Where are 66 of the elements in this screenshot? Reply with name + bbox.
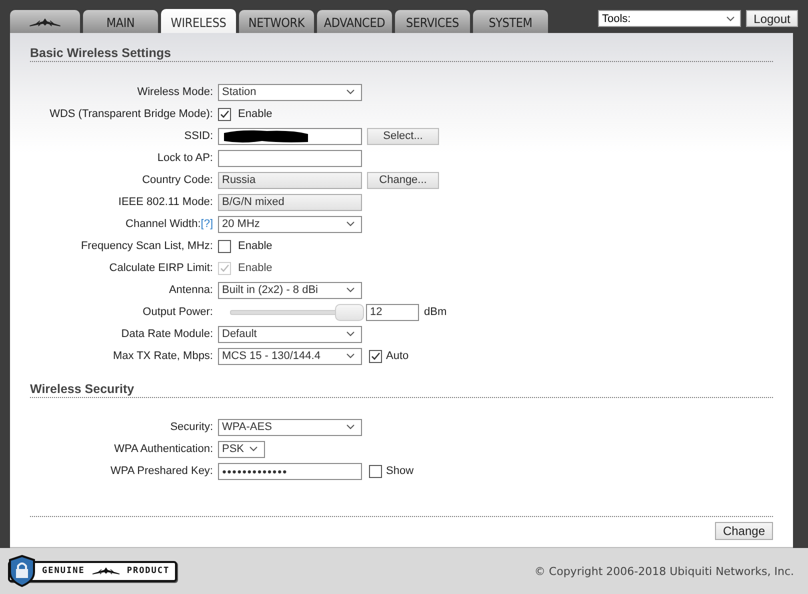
action-button[interactable]: Select... xyxy=(367,128,439,144)
nav-tab[interactable]: SYSTEM xyxy=(473,10,548,33)
help-link[interactable]: [?] xyxy=(200,218,213,230)
checkbox-label: Auto xyxy=(386,350,409,362)
field-label: IEEE 802.11 Mode: xyxy=(118,196,213,208)
checkbox[interactable] xyxy=(218,108,231,120)
nav-tab[interactable]: WIRELESS xyxy=(161,9,236,33)
chevron-icon xyxy=(346,287,355,293)
number-field[interactable]: 12 xyxy=(366,304,419,320)
section-title: Basic Wireless Settings xyxy=(30,46,171,60)
chevron-icon xyxy=(249,446,258,452)
chevron-icon xyxy=(346,331,355,337)
dropdown[interactable]: Built in (2x2) - 8 dBi xyxy=(218,282,362,298)
chevron-icon xyxy=(346,221,355,227)
checkbox-label: Show xyxy=(386,465,414,477)
checkbox-label: Enable xyxy=(238,240,272,252)
section-title: Wireless Security xyxy=(30,382,134,396)
input-field[interactable] xyxy=(218,128,362,144)
field-label: Country Code: xyxy=(142,174,213,186)
wings-logo-icon xyxy=(90,567,121,575)
nav-tab[interactable]: MAIN xyxy=(83,10,158,33)
chevron-icon xyxy=(346,424,355,430)
field-label: Antenna: xyxy=(168,284,213,296)
checkbox[interactable] xyxy=(218,240,231,252)
field-label: Data Rate Module: xyxy=(121,328,213,340)
field-label: Wireless Mode: xyxy=(137,86,213,98)
nav-tab[interactable]: SERVICES xyxy=(395,10,470,33)
chevron-icon xyxy=(346,353,355,359)
field-label: WPA Preshared Key: xyxy=(110,465,213,477)
dropdown[interactable]: Default xyxy=(218,326,362,342)
logo-tab[interactable] xyxy=(10,10,80,33)
dropdown[interactable]: WPA-AES xyxy=(218,418,362,436)
action-button[interactable]: Change... xyxy=(367,172,439,188)
checkbox-label: Enable xyxy=(238,108,272,120)
checkbox[interactable] xyxy=(369,464,382,478)
field-label: Lock to AP: xyxy=(157,152,213,164)
logout-button[interactable]: Logout xyxy=(746,10,798,27)
copyright-text: © Copyright 2006-2018 Ubiquiti Networks, Inc. xyxy=(534,564,794,578)
change-button[interactable]: Change xyxy=(715,522,773,540)
badge-text: PRODUCT xyxy=(126,566,170,576)
checkbox[interactable] xyxy=(369,350,382,362)
input-field[interactable] xyxy=(218,150,362,166)
field-label: Max TX Rate, Mbps: xyxy=(112,350,213,362)
field-label: Calculate EIRP Limit: xyxy=(109,262,213,274)
chevron-icon xyxy=(346,89,355,95)
dropdown[interactable]: 20 MHz xyxy=(218,216,362,232)
field-label: WDS (Transparent Bridge Mode): xyxy=(50,108,213,120)
field-label: SSID: xyxy=(184,130,213,142)
unit-label: dBm xyxy=(424,306,447,318)
field-label: Channel Width: xyxy=(126,218,201,230)
nav-tab[interactable]: ADVANCED xyxy=(317,10,392,33)
nav-tab[interactable]: NETWORK xyxy=(239,10,314,33)
checkbox-label: Enable xyxy=(238,262,272,274)
tools-dropdown[interactable]: Tools: xyxy=(598,10,741,27)
field-label: Frequency Scan List, MHz: xyxy=(80,240,213,252)
field-label: Security: xyxy=(170,421,213,433)
badge-text: GENUINE xyxy=(42,566,85,576)
field-label: WPA Authentication: xyxy=(114,443,213,455)
wings-logo-icon xyxy=(28,18,62,27)
readonly-field: B/G/N mixed xyxy=(218,194,362,210)
dropdown[interactable]: PSK xyxy=(218,440,265,458)
chevron-icon xyxy=(726,16,735,22)
dropdown[interactable]: MCS 15 - 130/144.4 xyxy=(218,348,362,364)
dropdown[interactable]: Station xyxy=(218,84,362,100)
readonly-field: Russia xyxy=(218,172,362,188)
field-label: Output Power: xyxy=(142,306,213,318)
